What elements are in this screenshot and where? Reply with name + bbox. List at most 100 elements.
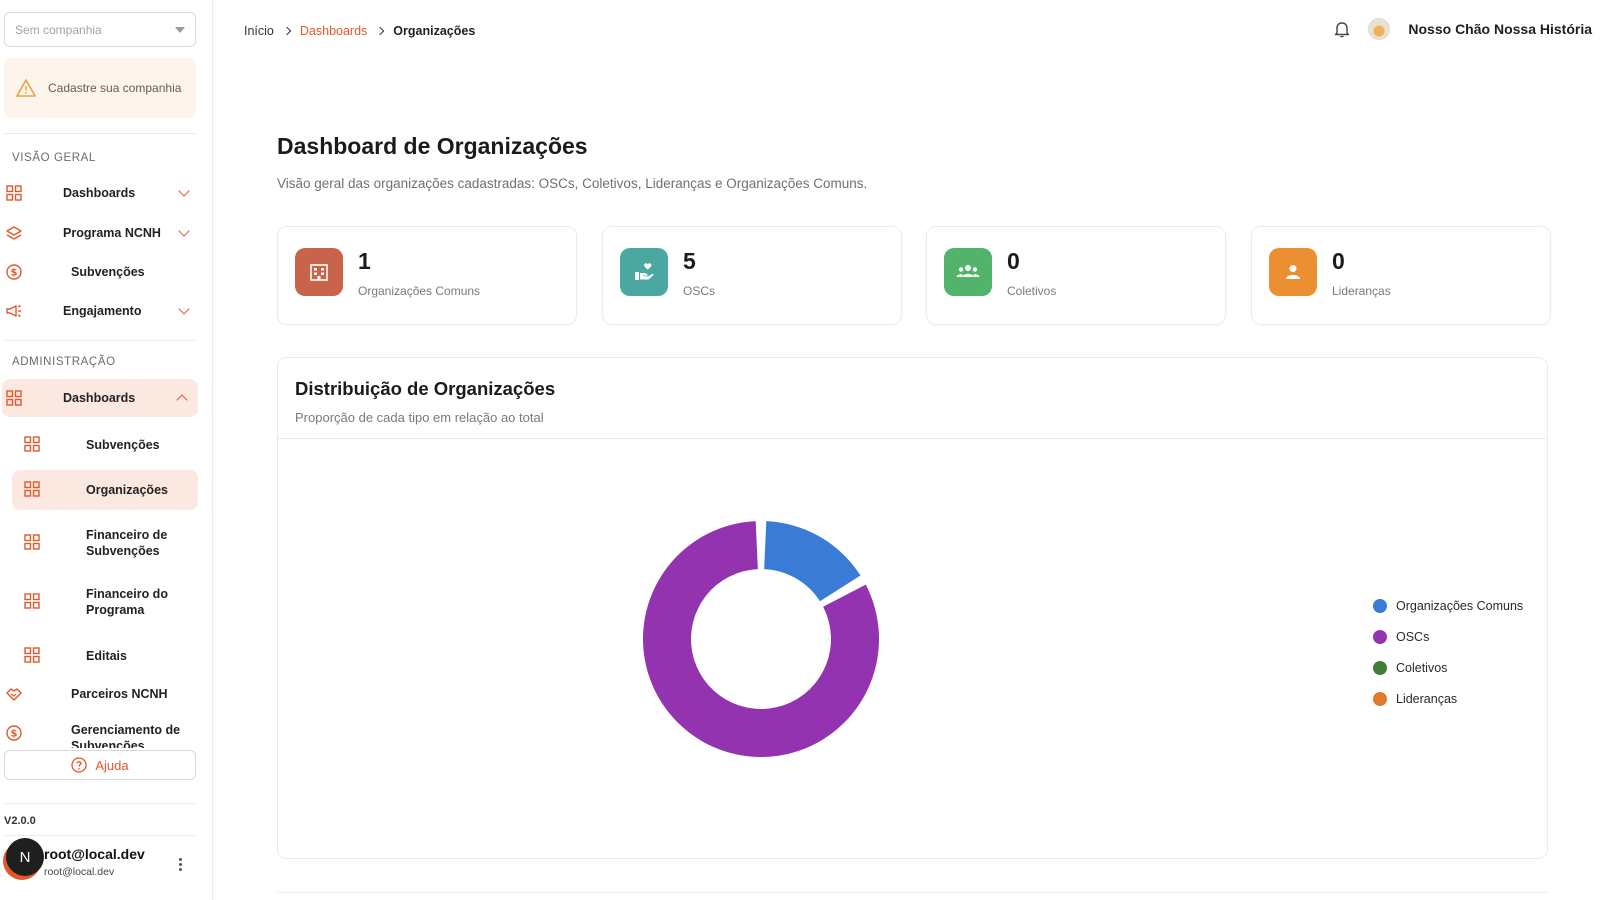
section-title-admin: ADMINISTRAÇÃO xyxy=(12,356,116,368)
legend-label: Coletivos xyxy=(1396,660,1448,675)
avatar: N xyxy=(6,838,44,876)
sub-item-label: Subvenções xyxy=(86,438,160,452)
nav-item-programa-ncnh[interactable]: Programa NCNH xyxy=(0,214,200,252)
divider xyxy=(4,133,196,134)
dollar-circle-icon: $ xyxy=(5,724,23,742)
sub-item-label: Financeiro de Subvenções xyxy=(86,528,168,558)
org-name[interactable]: Nosso Chão Nossa História xyxy=(1408,21,1592,37)
user-name: root@local.dev xyxy=(44,846,145,862)
user-menu[interactable]: N root@local.dev root@local.dev xyxy=(4,836,200,888)
layers-icon xyxy=(5,224,23,242)
grid-icon xyxy=(24,647,42,665)
dollar-circle-icon: $ xyxy=(5,263,23,281)
company-select-placeholder: Sem companhia xyxy=(15,22,102,37)
section-title-overview: VISÃO GERAL xyxy=(12,152,96,164)
nav-item-label: Gerenciamento de Subvenções xyxy=(71,723,181,748)
grid-icon xyxy=(24,481,42,499)
nav-item-dashboards[interactable]: Dashboards xyxy=(0,174,200,212)
stat-label: Lideranças xyxy=(1332,284,1391,298)
page-subtitle: Visão geral das organizações cadastradas… xyxy=(277,176,868,191)
sub-item-organizacoes[interactable]: Organizações xyxy=(12,470,198,510)
legend-label: Organizações Comuns xyxy=(1396,598,1524,613)
company-select[interactable]: Sem companhia xyxy=(4,12,196,47)
nav-item-label: Engajamento xyxy=(63,304,142,318)
breadcrumb: Início Dashboards Organizações xyxy=(244,24,475,38)
caret-down-icon xyxy=(175,26,185,33)
company-warning[interactable]: Cadastre sua companhia xyxy=(4,58,196,118)
stat-card-organizacoes-comuns: 1 Organizações Comuns xyxy=(277,226,577,325)
stat-label: Coletivos xyxy=(1007,284,1057,298)
breadcrumb-dashboards[interactable]: Dashboards xyxy=(300,24,367,38)
nav-item-engajamento[interactable]: Engajamento xyxy=(0,292,200,330)
nav-item-label: Dashboards xyxy=(63,391,136,405)
grid-icon xyxy=(24,534,42,552)
donut-slice-organizações-comuns[interactable] xyxy=(764,521,861,602)
svg-text:$: $ xyxy=(11,268,18,279)
chevron-down-icon xyxy=(178,225,190,237)
building-icon xyxy=(295,248,343,296)
person-icon xyxy=(1269,248,1317,296)
stat-value: 0 xyxy=(1007,248,1020,274)
stat-label: Organizações Comuns xyxy=(358,284,481,298)
legend-item[interactable]: OSCs xyxy=(1373,621,1523,652)
legend-item[interactable]: Coletivos xyxy=(1373,652,1523,683)
sub-item-label: Financeiro do Programa xyxy=(86,587,168,617)
more-vertical-icon[interactable] xyxy=(179,858,182,873)
handshake-icon xyxy=(5,685,23,703)
legend-item[interactable]: Lideranças xyxy=(1373,683,1523,714)
sub-item-financeiro-subvencoes[interactable]: Financeiro de Subvenções xyxy=(12,523,198,563)
breadcrumb-home[interactable]: Início xyxy=(244,24,274,38)
chevron-down-icon xyxy=(178,303,190,315)
grid-icon xyxy=(5,184,23,202)
legend-swatch xyxy=(1373,691,1387,706)
legend-label: OSCs xyxy=(1396,629,1430,644)
stat-value: 5 xyxy=(683,248,696,274)
legend-item[interactable]: Organizações Comuns xyxy=(1373,590,1523,621)
warning-icon xyxy=(16,79,36,97)
app-version: V2.0.0 xyxy=(4,815,36,827)
divider xyxy=(4,340,196,341)
chevron-right-icon xyxy=(376,26,385,36)
stat-value: 0 xyxy=(1332,248,1345,274)
legend-label: Lideranças xyxy=(1396,691,1458,706)
grid-icon xyxy=(24,593,42,611)
sub-item-editais[interactable]: Editais xyxy=(12,637,198,675)
megaphone-icon xyxy=(5,302,23,320)
donut-chart xyxy=(643,521,879,757)
group-icon xyxy=(944,248,992,296)
stat-card-coletivos: 0 Coletivos xyxy=(926,226,1226,325)
user-email: root@local.dev xyxy=(44,866,115,878)
stat-value: 1 xyxy=(358,248,371,274)
page-title: Dashboard de Organizações xyxy=(277,133,588,159)
nav-item-label: Dashboards xyxy=(63,186,136,200)
sub-item-subvencoes[interactable]: Subvenções xyxy=(12,426,198,464)
chevron-up-icon xyxy=(176,394,188,406)
stat-card-liderancas: 0 Lideranças xyxy=(1251,226,1551,325)
svg-text:$: $ xyxy=(11,729,18,740)
divider xyxy=(277,892,1548,893)
org-logo xyxy=(1368,18,1391,40)
bell-icon[interactable] xyxy=(1334,20,1350,38)
nav-item-label: Parceiros NCNH xyxy=(71,687,168,701)
grid-icon xyxy=(24,436,42,454)
legend-swatch xyxy=(1373,660,1387,675)
sub-item-label: Editais xyxy=(86,649,127,663)
nav-item-admin-dashboards[interactable]: Dashboards xyxy=(2,379,198,417)
hand-heart-icon xyxy=(620,248,668,296)
legend-swatch xyxy=(1373,598,1387,613)
sub-item-financeiro-programa[interactable]: Financeiro do Programa xyxy=(12,582,198,622)
sub-item-label: Organizações xyxy=(86,483,168,497)
nav-item-gerenciamento-subvencoes[interactable]: $ Gerenciamento de Subvenções xyxy=(0,718,200,748)
grid-icon xyxy=(5,389,23,407)
chevron-down-icon xyxy=(178,185,190,197)
chevron-right-icon xyxy=(282,26,292,36)
nav-item-label: Subvenções xyxy=(71,265,145,279)
help-button-label: Ajuda xyxy=(95,757,129,773)
help-button[interactable]: Ajuda xyxy=(4,750,196,780)
nav-item-parceiros-ncnh[interactable]: Parceiros NCNH xyxy=(0,675,200,713)
nav-item-subvencoes[interactable]: $ Subvenções xyxy=(0,253,200,291)
sidebar: Sem companhia Cadastre sua companhia VIS… xyxy=(0,0,213,900)
nav-item-label: Programa NCNH xyxy=(63,226,161,240)
help-icon xyxy=(71,757,88,773)
distribution-chart-card: Distribuição de Organizações Proporção d… xyxy=(277,357,1548,859)
